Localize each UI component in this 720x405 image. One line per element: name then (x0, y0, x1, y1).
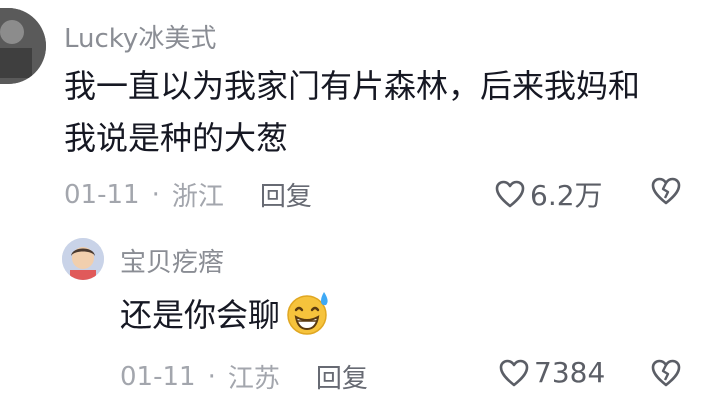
heart-outline-icon (499, 359, 529, 386)
comment-like-count: 6.2万 (530, 179, 603, 212)
reply-reply-button[interactable]: 回复 (316, 358, 368, 395)
comment-like-button[interactable]: 6.2万 (494, 174, 603, 214)
commenter-avatar[interactable] (0, 8, 46, 84)
meta-separator: · (151, 179, 160, 210)
comment-dislike-button[interactable] (650, 176, 682, 210)
reply-date: 01-11 (120, 361, 196, 392)
reply-dislike-button[interactable] (650, 358, 682, 392)
reply-button[interactable]: 回复 (260, 176, 312, 213)
replier-username[interactable]: 宝贝疙瘩 (120, 242, 224, 279)
reply-location: 江苏 (227, 364, 280, 394)
comment-text-line-2: 我说是种的大葱 (64, 119, 289, 157)
reply-like-button[interactable]: 7384 (498, 356, 605, 389)
reply-text-row: 还是你会聊 (120, 290, 332, 349)
heart-outline-icon (495, 180, 525, 208)
comment-location: 浙江 (171, 182, 224, 212)
replier-avatar[interactable] (62, 238, 104, 280)
commenter-username[interactable]: Lucky冰美式 (64, 18, 216, 55)
grinning-sweat-emoji (286, 290, 332, 349)
comment-meta: 01-11 · 浙江 回复 (64, 176, 312, 213)
reply-like-count: 7384 (534, 356, 606, 389)
comment-text-line-1: 我一直以为我家门有片森林，后来我妈和 (64, 67, 641, 105)
reply-meta: 01-11 · 江苏 回复 (120, 358, 368, 395)
broken-heart-icon (651, 177, 681, 205)
broken-heart-icon (651, 359, 681, 387)
reply-text: 还是你会聊 (120, 296, 281, 334)
meta-separator: · (207, 361, 216, 392)
comment-date: 01-11 (64, 179, 140, 210)
